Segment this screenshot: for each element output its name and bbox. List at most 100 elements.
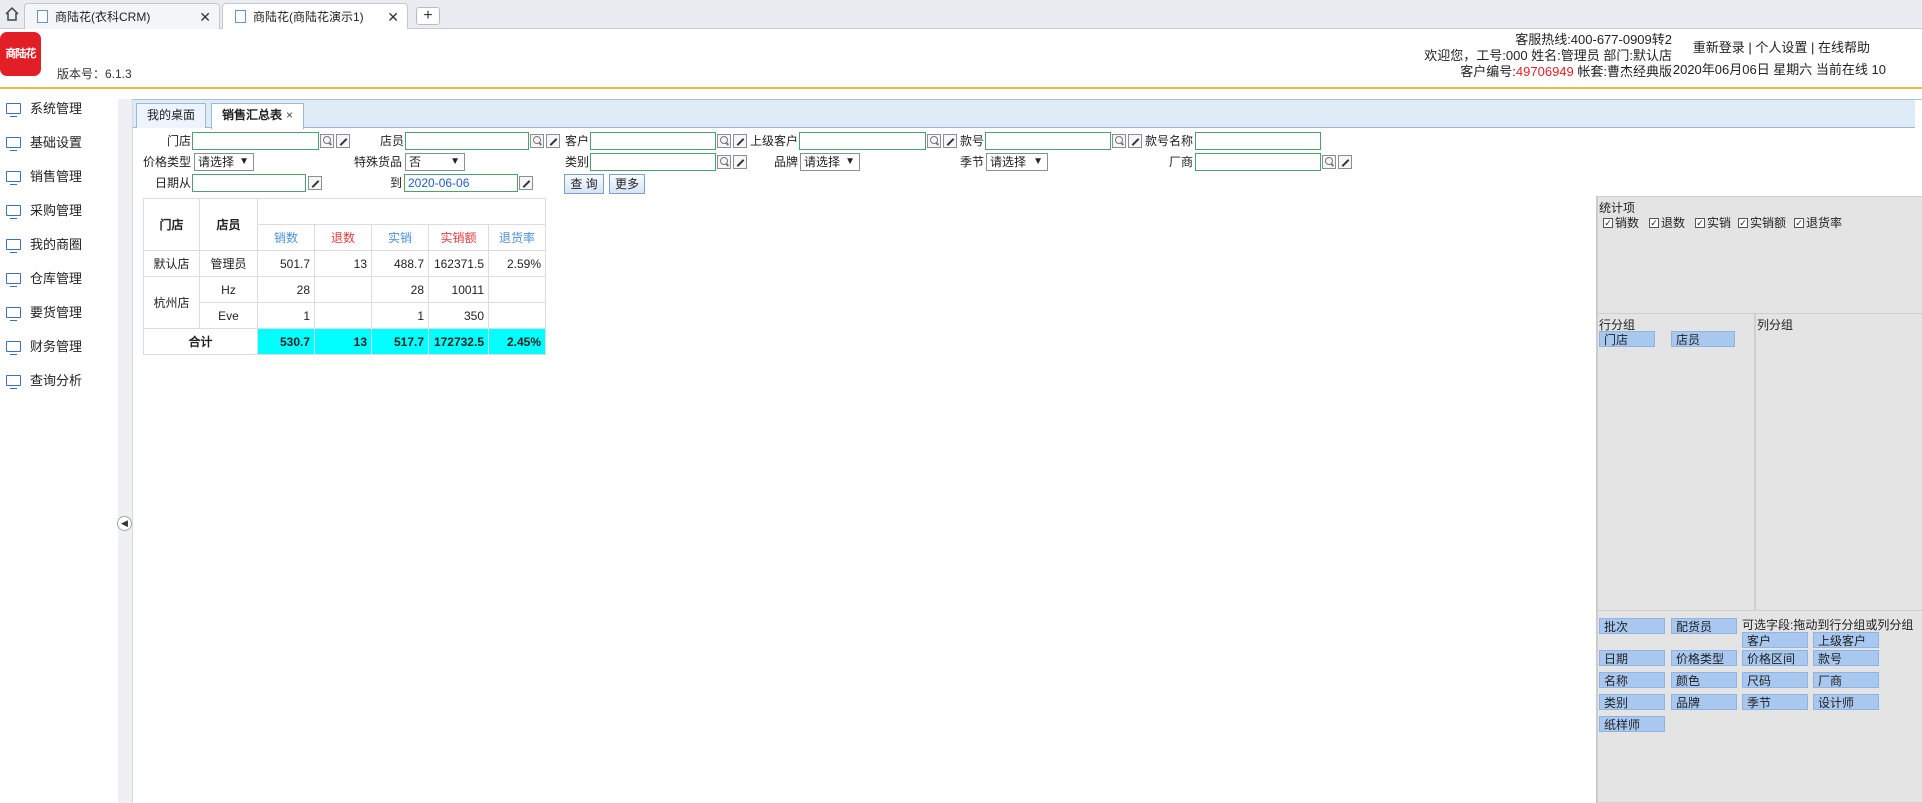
cell-store: 默认店 bbox=[143, 250, 200, 277]
tab-desktop[interactable]: 我的桌面 bbox=[136, 103, 207, 128]
field-chip[interactable]: 厂商 bbox=[1813, 672, 1879, 688]
col-header-store[interactable]: 门店 bbox=[143, 198, 200, 251]
stat-checkbox-sales-qty[interactable]: ✓ 销数 bbox=[1603, 215, 1639, 231]
edit-icon[interactable] bbox=[1338, 155, 1352, 169]
sidebar-item-circle[interactable]: 我的商圈 bbox=[6, 235, 82, 255]
close-icon[interactable]: × bbox=[286, 108, 293, 122]
sidebar-item-analysis[interactable]: 查询分析 bbox=[6, 371, 82, 391]
stat-checkbox-return-rate[interactable]: ✓ 退货率 bbox=[1794, 215, 1842, 231]
staff-input[interactable] bbox=[405, 132, 529, 150]
browser-tab-1[interactable]: 商陆花(衣科CRM) ✕ bbox=[24, 3, 220, 29]
query-button[interactable]: 查 询 bbox=[564, 174, 604, 194]
col-header-net-amount[interactable]: 实销额 bbox=[428, 224, 489, 251]
calendar-icon[interactable] bbox=[308, 176, 322, 190]
col-header-sales-qty[interactable]: 销数 bbox=[257, 224, 315, 251]
customer-input[interactable] bbox=[590, 132, 716, 150]
search-icon[interactable] bbox=[530, 134, 544, 148]
field-chip[interactable]: 价格区间 bbox=[1742, 650, 1808, 666]
edit-icon[interactable] bbox=[943, 134, 957, 148]
field-chip[interactable]: 纸样师 bbox=[1599, 716, 1665, 732]
search-icon[interactable] bbox=[717, 155, 731, 169]
price-type-label: 价格类型 bbox=[142, 155, 191, 169]
cell-sales-qty: 28 bbox=[257, 276, 315, 303]
close-icon[interactable]: ✕ bbox=[387, 4, 399, 30]
browser-tab-label: 商陆花(商陆花演示1) bbox=[253, 10, 364, 24]
season-select[interactable]: 请选择 ▼ bbox=[986, 153, 1048, 171]
field-chip[interactable]: 价格类型 bbox=[1671, 650, 1737, 666]
field-chip[interactable]: 季节 bbox=[1742, 694, 1808, 710]
col-header-net-qty[interactable]: 实销 bbox=[371, 224, 429, 251]
col-header-return-rate[interactable]: 退货率 bbox=[488, 224, 546, 251]
field-chip[interactable]: 日期 bbox=[1599, 650, 1665, 666]
row-group-chip[interactable]: 店员 bbox=[1671, 331, 1735, 347]
collapse-arrow-icon[interactable]: ◀ bbox=[117, 516, 132, 531]
style-name-input[interactable] bbox=[1195, 132, 1321, 150]
date-from-input[interactable] bbox=[192, 174, 306, 192]
search-icon[interactable] bbox=[1112, 134, 1126, 148]
sidebar-item-system[interactable]: 系统管理 bbox=[6, 99, 82, 119]
field-chip[interactable]: 款号 bbox=[1813, 650, 1879, 666]
field-chip[interactable]: 颜色 bbox=[1671, 672, 1737, 688]
calendar-icon[interactable] bbox=[519, 176, 533, 190]
style-no-input[interactable] bbox=[985, 132, 1111, 150]
cell-return-rate: 2.59% bbox=[488, 250, 546, 277]
field-chip[interactable]: 类别 bbox=[1599, 694, 1665, 710]
field-chip[interactable]: 名称 bbox=[1599, 672, 1665, 688]
search-icon[interactable] bbox=[320, 134, 334, 148]
close-icon[interactable]: ✕ bbox=[199, 4, 211, 30]
page-tabstrip: 我的桌面 销售汇总表 × bbox=[133, 100, 1915, 129]
vendor-input[interactable] bbox=[1195, 153, 1321, 171]
edit-icon[interactable] bbox=[1128, 134, 1142, 148]
row-group-box[interactable] bbox=[1597, 313, 1755, 611]
stat-checkbox-net-amount[interactable]: ✓ 实销额 bbox=[1738, 215, 1786, 231]
search-icon[interactable] bbox=[1322, 155, 1336, 169]
store-label: 门店 bbox=[166, 134, 191, 148]
search-icon[interactable] bbox=[717, 134, 731, 148]
sidebar-splitter[interactable] bbox=[118, 99, 133, 803]
sidebar-item-sales[interactable]: 销售管理 bbox=[6, 167, 82, 187]
col-header-return-qty[interactable]: 退数 bbox=[314, 224, 372, 251]
sidebar-item-basic[interactable]: 基础设置 bbox=[6, 133, 82, 153]
edit-icon[interactable] bbox=[733, 155, 747, 169]
special-goods-select[interactable]: 否 ▼ bbox=[405, 153, 465, 171]
tab-sales-summary[interactable]: 销售汇总表 × bbox=[211, 103, 305, 129]
total-sales-qty: 530.7 bbox=[257, 328, 315, 355]
field-chip[interactable]: 尺码 bbox=[1742, 672, 1808, 688]
brand-select[interactable]: 请选择 ▼ bbox=[800, 153, 860, 171]
dropdown-arrow-icon: ▼ bbox=[239, 156, 249, 167]
edit-icon[interactable] bbox=[336, 134, 350, 148]
edit-icon[interactable] bbox=[546, 134, 560, 148]
stat-checkbox-return-qty[interactable]: ✓ 退数 bbox=[1649, 215, 1685, 231]
browser-tab-2[interactable]: 商陆花(商陆花演示1) ✕ bbox=[222, 3, 408, 29]
field-chip[interactable]: 品牌 bbox=[1671, 694, 1737, 710]
store-input[interactable] bbox=[192, 132, 319, 150]
edit-icon[interactable] bbox=[733, 134, 747, 148]
field-chip[interactable]: 上级客户 bbox=[1813, 632, 1879, 648]
field-chip[interactable]: 客户 bbox=[1742, 632, 1808, 648]
field-chip[interactable]: 设计师 bbox=[1813, 694, 1879, 710]
cell-return-qty bbox=[314, 276, 372, 303]
field-chip[interactable]: 批次 bbox=[1599, 618, 1665, 634]
price-type-select[interactable]: 请选择 ▼ bbox=[194, 153, 254, 171]
checkbox-icon: ✓ bbox=[1794, 218, 1804, 228]
brand-label: 品牌 bbox=[773, 155, 798, 169]
checkbox-icon: ✓ bbox=[1649, 218, 1659, 228]
field-chip[interactable]: 配货员 bbox=[1671, 618, 1737, 634]
category-input[interactable] bbox=[590, 153, 716, 171]
col-group-box[interactable] bbox=[1755, 313, 1922, 611]
search-icon[interactable] bbox=[927, 134, 941, 148]
new-tab-button[interactable]: + bbox=[416, 7, 440, 25]
sidebar-item-purchase[interactable]: 采购管理 bbox=[6, 201, 82, 221]
parent-customer-input[interactable] bbox=[799, 132, 926, 150]
header-links[interactable]: 重新登录 | 个人设置 | 在线帮助 bbox=[1693, 37, 1870, 56]
stat-checkbox-net-qty[interactable]: ✓ 实销 bbox=[1695, 215, 1731, 231]
staff-label: 店员 bbox=[379, 134, 404, 148]
col-header-staff[interactable]: 店员 bbox=[199, 198, 258, 251]
sidebar-item-finance[interactable]: 财务管理 bbox=[6, 337, 82, 357]
sidebar-item-requisition[interactable]: 要货管理 bbox=[6, 303, 82, 323]
home-icon[interactable] bbox=[4, 6, 20, 22]
more-button[interactable]: 更多 bbox=[609, 174, 645, 194]
date-to-input[interactable]: 2020-06-06 bbox=[404, 174, 518, 192]
row-group-chip[interactable]: 门店 bbox=[1599, 331, 1655, 347]
sidebar-item-warehouse[interactable]: 仓库管理 bbox=[6, 269, 82, 289]
